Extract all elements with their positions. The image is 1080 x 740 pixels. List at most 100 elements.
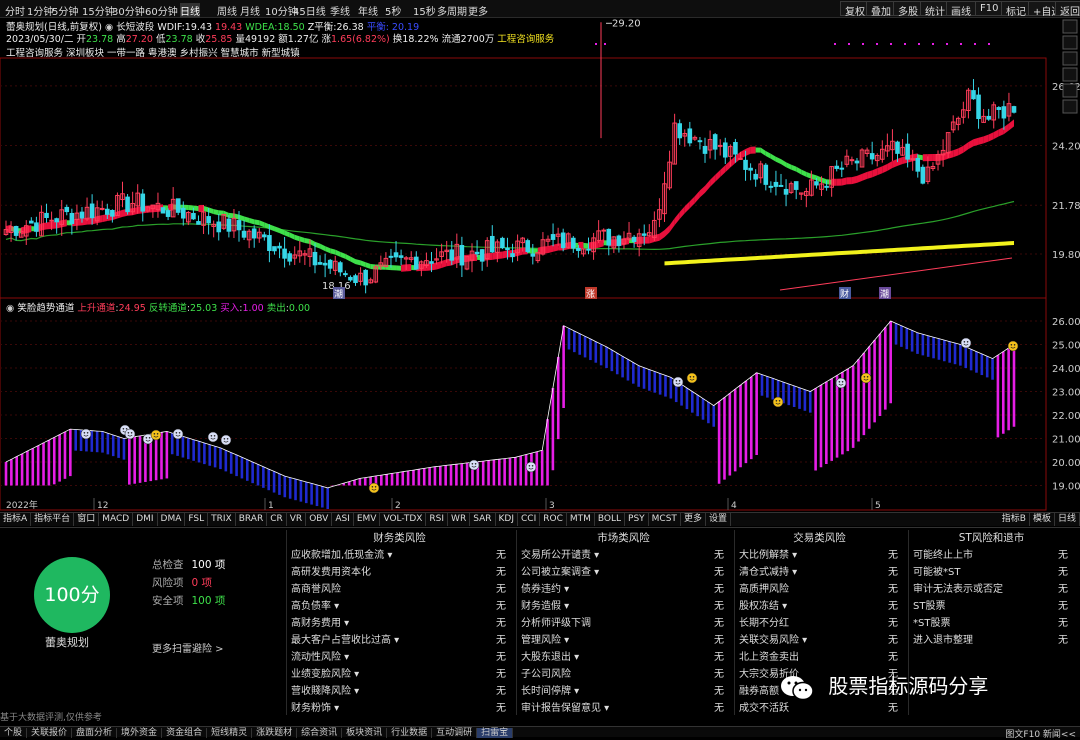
candle-body	[824, 185, 829, 188]
risk-item[interactable]: 分析师评级下调 无	[517, 615, 730, 632]
indicator-tab-24[interactable]: MCST	[649, 513, 681, 526]
indicator-tab-19[interactable]: CCI	[518, 513, 541, 526]
indicator-tabs: 指标A 指标平台 窗口 MACD DMI DMA FSL TRIX BRAR CR VR OBV ASI…	[0, 512, 1080, 526]
risk-item[interactable]: 长期不分红 无	[735, 615, 904, 632]
indicator-tab-right-2[interactable]: 日线	[1055, 513, 1080, 526]
indicator-tab-22[interactable]: BOLL	[595, 513, 626, 526]
gear-icon[interactable]: ◉	[6, 303, 14, 314]
risk-item[interactable]: 高研发费用资本化 无	[287, 564, 512, 581]
ma-band-seg	[856, 173, 863, 183]
chart-tool-button-2[interactable]	[1062, 51, 1078, 66]
candle-body	[236, 220, 242, 231]
indicator-tab-6[interactable]: FSL	[185, 513, 209, 526]
indicator-tab-4[interactable]: DMI	[133, 513, 158, 526]
risk-item[interactable]: 进入退市整理 无	[909, 632, 1074, 649]
chart-canvas: 26.6224.2021.7819.8026.0025.0024.0023.00…	[0, 18, 1080, 511]
indicator-tab-12[interactable]: ASI	[332, 513, 354, 526]
chart-tool-button-1[interactable]	[1062, 35, 1078, 50]
risk-item[interactable]: 财务造假 ▾ 无	[517, 598, 730, 615]
candle-body	[64, 206, 70, 213]
chart-tool-button-3[interactable]	[1062, 67, 1078, 82]
risk-item-label: 高财务费用 ▾	[291, 618, 350, 629]
risk-item[interactable]: 北上资金卖出 无	[735, 649, 904, 666]
risk-item[interactable]: 可能终止上市 无	[909, 547, 1074, 564]
indicator-tab-13[interactable]: EMV	[354, 513, 381, 526]
indicator-tab-11[interactable]: OBV	[306, 513, 333, 526]
smiley-eye	[226, 438, 229, 440]
indicator-tab-18[interactable]: KDJ	[496, 513, 518, 526]
indicator-tab-2[interactable]: 窗口	[74, 513, 100, 526]
risk-item[interactable]: 长时间停牌 ▾ 无	[517, 683, 730, 700]
chart-tool-button-5[interactable]	[1062, 99, 1078, 114]
risk-item[interactable]: 可能被*ST 无	[909, 564, 1074, 581]
candle-body	[641, 233, 647, 236]
indicator-tab-25[interactable]: 更多	[681, 513, 706, 526]
chart-tool-button-0[interactable]	[1062, 19, 1078, 34]
candle-body	[34, 222, 39, 232]
risk-item[interactable]: 大比例解禁 ▾ 无	[735, 547, 904, 564]
risk-item[interactable]: 交易所公开谴责 ▾ 无	[517, 547, 730, 564]
ind-tick-1: 25.00	[1052, 341, 1080, 352]
indicator-tab-7[interactable]: TRIX	[208, 513, 236, 526]
risk-item[interactable]: 高负债率 ▾ 无	[287, 598, 512, 615]
risk-item[interactable]: ST股票 无	[909, 598, 1074, 615]
more-scan-link[interactable]: 更多扫雷避险 >	[152, 640, 224, 655]
risk-item[interactable]: 管理风险 ▾ 无	[517, 632, 730, 649]
risk-item-label: ST股票	[913, 601, 946, 612]
indicator-tab-21[interactable]: MTM	[567, 513, 595, 526]
smiley-eye	[213, 435, 216, 437]
risk-item-value: 无	[714, 550, 724, 561]
indicator-title[interactable]: 笑脸趋势通道	[17, 303, 74, 314]
risk-item[interactable]: 债券违约 ▾ 无	[517, 581, 730, 598]
indicator-tab-26[interactable]: 设置	[706, 513, 731, 526]
risk-item[interactable]: 审计无法表示或否定 无	[909, 581, 1074, 598]
ma-band-seg	[325, 246, 331, 254]
signal-dot	[595, 43, 597, 45]
risk-item[interactable]: 业绩变脸风险 ▾ 无	[287, 666, 512, 683]
status-right[interactable]: 图文F10 新闻<<	[1005, 727, 1076, 740]
risk-item[interactable]: 股权冻结 ▾ 无	[735, 598, 904, 615]
risk-item[interactable]: *ST股票 无	[909, 615, 1074, 632]
indicator-tab-8[interactable]: BRAR	[236, 513, 268, 526]
risk-item[interactable]: 大股东退出 ▾ 无	[517, 649, 730, 666]
risk-item[interactable]: 关联交易风险 ▾ 无	[735, 632, 904, 649]
risk-item-label: 长时间停牌 ▾	[521, 686, 580, 697]
indicator-tab-9[interactable]: CR	[267, 513, 287, 526]
indicator-tab-right-1[interactable]: 模板	[1030, 513, 1055, 526]
risk-item[interactable]: 流动性风险 ▾ 无	[287, 649, 512, 666]
candle-body	[601, 229, 607, 232]
indicator-tab-0[interactable]: 指标A	[0, 513, 32, 526]
risk-item[interactable]: 应收款增加,低现金流 ▾ 无	[287, 547, 512, 564]
indicator-tab-16[interactable]: WR	[448, 513, 471, 526]
risk-item[interactable]: 最大客户占营收比过高 ▾ 无	[287, 632, 512, 649]
indicator-tab-14[interactable]: VOL-TDX	[380, 513, 427, 526]
risk-item[interactable]: 财务粉饰 ▾ 无	[287, 700, 512, 717]
ma-band-seg	[988, 132, 994, 142]
risk-item[interactable]: 清仓式减持 ▾ 无	[735, 564, 904, 581]
risk-column-title: 交易类风险	[793, 532, 846, 544]
ma-band-seg	[806, 171, 812, 179]
candle-body	[773, 181, 779, 187]
indicator-tab-15[interactable]: RSI	[426, 513, 449, 526]
indicator-tab-3[interactable]: MACD	[99, 513, 134, 526]
risk-item[interactable]: 高商誉风险 无	[287, 581, 512, 598]
indicator-tab-right-0[interactable]: 指标B	[999, 513, 1030, 526]
risk-item[interactable]: 高质押风险 无	[735, 581, 904, 598]
indicator-tab-1[interactable]: 指标平台	[31, 513, 75, 526]
risk-item[interactable]: 营收賤降风险 ▾ 无	[287, 683, 512, 700]
indicator-tab-10[interactable]: VR	[287, 513, 307, 526]
risk-item[interactable]: 高财务费用 ▾ 无	[287, 615, 512, 632]
smiley-eye	[178, 432, 181, 434]
risk-item[interactable]: 子公司风险 无	[517, 666, 730, 683]
risk-item[interactable]: 审计报告保留意见 ▾ 无	[517, 700, 730, 717]
risk-item[interactable]: 公司被立案调查 ▾ 无	[517, 564, 730, 581]
indicator-tab-5[interactable]: DMA	[158, 513, 186, 526]
indicator-tab-20[interactable]: ROC	[540, 513, 567, 526]
smiley-icon	[672, 376, 684, 388]
chart-tool-button-4[interactable]	[1062, 83, 1078, 98]
indicator-tab-17[interactable]: SAR	[470, 513, 496, 526]
ma-band-seg	[877, 166, 883, 176]
ma-band-seg	[385, 264, 391, 271]
indicator-tab-23[interactable]: PSY	[625, 513, 649, 526]
candle-body	[282, 248, 287, 259]
